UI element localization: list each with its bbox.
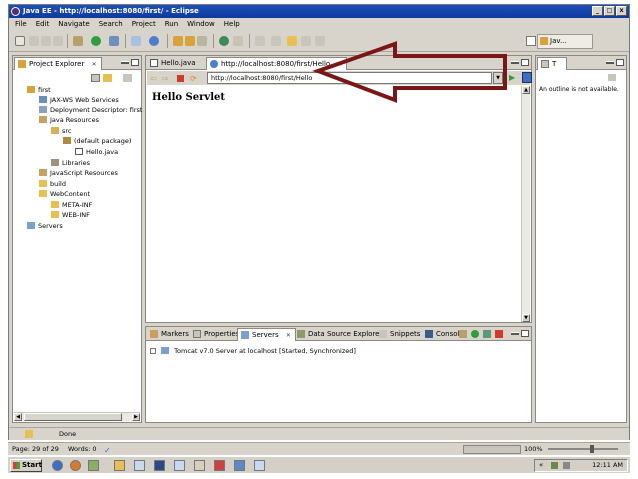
annotation-arrow xyxy=(312,41,507,103)
arrow-shape xyxy=(312,41,507,103)
